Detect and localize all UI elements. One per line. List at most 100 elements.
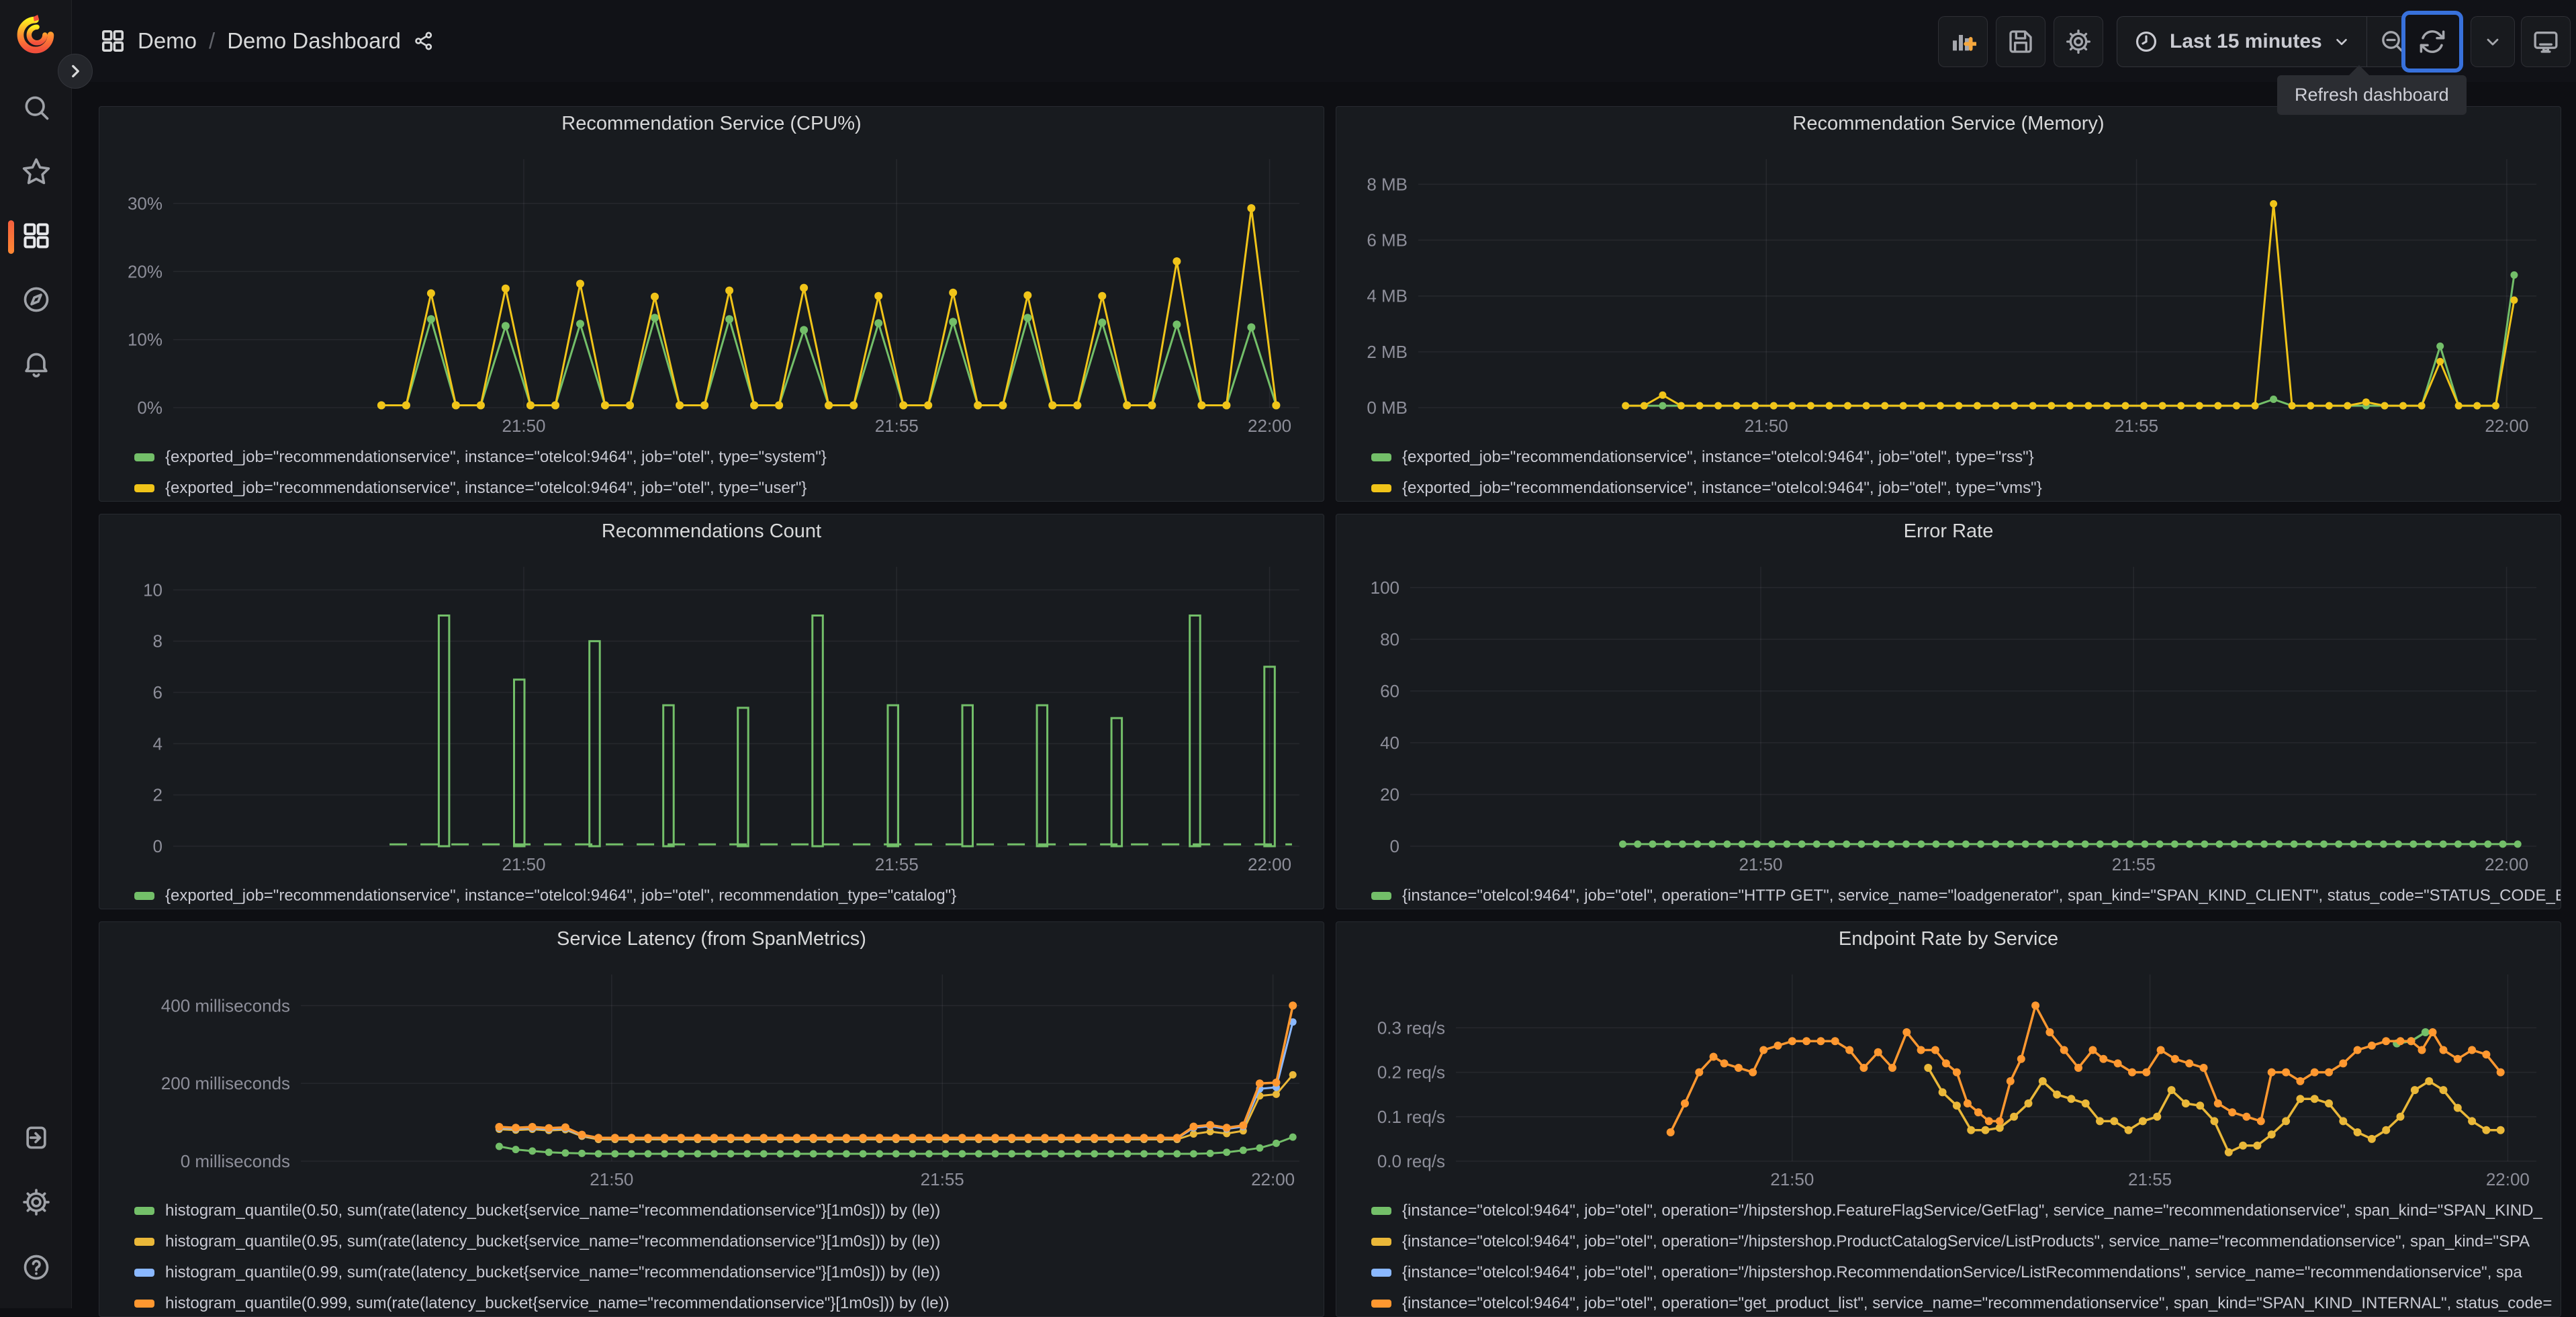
chevron-right-icon (72, 64, 79, 78)
sidebar-item-help[interactable] (21, 1252, 52, 1283)
endpoint-rate-chart[interactable]: 0.0 req/s 0.1 req/s 0.2 req/s 0.3 req/s 21:5… (1336, 956, 2561, 1192)
legend-item[interactable]: {exported_job="recommendationservice", i… (1336, 473, 2561, 501)
time-picker-group: Last 15 minutes (2117, 16, 2419, 67)
panel-title[interactable]: Endpoint Rate by Service (1336, 922, 2561, 956)
memory-legend: {exported_job="recommendationservice", i… (1336, 442, 2561, 501)
svg-text:21:50: 21:50 (1745, 416, 1788, 436)
svg-text:21:55: 21:55 (2112, 854, 2156, 874)
legend-swatch (134, 1238, 154, 1246)
svg-text:21:50: 21:50 (502, 854, 545, 874)
svg-text:8: 8 (153, 631, 163, 651)
svg-text:20%: 20% (128, 261, 163, 281)
sidebar-item-starred[interactable] (21, 156, 52, 187)
monitor-icon (2534, 32, 2558, 53)
add-panel-button[interactable] (1938, 16, 1988, 67)
legend-label: {exported_job="recommendationservice", i… (165, 479, 807, 497)
expand-sidebar-button[interactable] (58, 54, 93, 89)
legend-item[interactable]: {exported_job="recommendationservice", i… (99, 473, 1324, 501)
svg-text:0.3 req/s: 0.3 req/s (1377, 1017, 1445, 1038)
panel-endpoint-rate: Endpoint Rate by Service 0.0 req/s 0.1 re… (1336, 921, 2561, 1317)
refresh-dashboard-button[interactable] (2401, 11, 2463, 73)
legend-swatch (134, 1269, 154, 1277)
dashboard-settings-button[interactable] (2054, 16, 2103, 67)
sidebar-item-search[interactable] (21, 92, 52, 123)
legend-item[interactable]: histogram_quantile(0.50, sum(rate(latenc… (99, 1195, 1324, 1226)
topbar: Demo / Demo Dashboard Last 15 minutes (72, 0, 2576, 82)
svg-text:21:50: 21:50 (502, 416, 545, 436)
legend-item[interactable]: histogram_quantile(0.95, sum(rate(latenc… (99, 1226, 1324, 1257)
panel-recommendation-service-cpu: Recommendation Service (CPU%) 0% 10% 20% 30… (99, 106, 1324, 502)
add-panel-icon (1953, 35, 1976, 51)
panel-title[interactable]: Error Rate (1336, 514, 2561, 548)
panel-title[interactable]: Service Latency (from SpanMetrics) (99, 922, 1324, 956)
tooltip-text: Refresh dashboard (2295, 85, 2449, 105)
svg-text:22:00: 22:00 (2486, 1169, 2530, 1189)
svg-text:21:55: 21:55 (875, 416, 919, 436)
legend-item[interactable]: histogram_quantile(0.99, sum(rate(latenc… (99, 1257, 1324, 1288)
svg-text:21:50: 21:50 (590, 1169, 633, 1189)
panel-title[interactable]: Recommendation Service (CPU%) (99, 107, 1324, 140)
svg-text:4: 4 (153, 733, 163, 754)
legend-item[interactable]: {instance="otelcol:9464", job="otel", op… (1336, 1195, 2561, 1226)
legend-swatch (1371, 484, 1391, 492)
memory-chart[interactable]: 0 MB 2 MB 4 MB 6 MB 8 MB 21:50 21:55 22:00 (1336, 140, 2561, 439)
legend-label: {instance="otelcol:9464", job="otel", op… (1402, 1263, 2522, 1281)
svg-text:6: 6 (153, 682, 163, 702)
svg-text:22:00: 22:00 (2485, 416, 2528, 436)
legend-item[interactable]: {exported_job="recommendationservice", i… (99, 442, 1324, 473)
svg-text:2 MB: 2 MB (1367, 342, 1408, 362)
panel-error-rate: Error Rate 0 20 40 60 80 100 21:50 21:55 22:00 {… (1336, 514, 2561, 909)
legend-item[interactable]: {exported_job="recommendationservice", i… (99, 880, 1324, 909)
svg-text:10: 10 (143, 580, 163, 600)
legend-item[interactable]: {instance="otelcol:9464", job="otel", op… (1336, 1257, 2561, 1288)
svg-text:21:50: 21:50 (1739, 854, 1782, 874)
refresh-tooltip: Refresh dashboard (2277, 65, 2467, 115)
service-latency-chart[interactable]: 0 milliseconds 200 milliseconds 400 millis… (99, 956, 1324, 1192)
share-icon[interactable] (413, 30, 434, 52)
apps-grid-icon (102, 30, 124, 52)
sidebar-item-alerting[interactable] (21, 350, 52, 381)
breadcrumb-folder[interactable]: Demo (138, 28, 197, 54)
breadcrumb-separator: / (209, 28, 216, 53)
svg-text:30%: 30% (128, 193, 163, 214)
cycle-view-mode-button[interactable] (2521, 16, 2571, 67)
legend-label: {exported_job="recommendationservice", i… (165, 887, 957, 905)
panel-title[interactable]: Recommendations Count (99, 514, 1324, 548)
legend-swatch (1371, 453, 1391, 461)
save-dashboard-button[interactable] (1996, 16, 2045, 67)
legend-item[interactable]: {exported_job="recommendationservice", i… (1336, 442, 2561, 473)
legend-label: {exported_job="recommendationservice", i… (1402, 479, 2042, 497)
legend-swatch (134, 892, 154, 900)
bell-icon (25, 353, 48, 377)
grafana-dashboard: { "header": { "breadcrumb_section": "Dem… (0, 0, 2576, 1317)
sidebar-item-sign-in[interactable] (21, 1122, 52, 1153)
svg-text:22:00: 22:00 (1248, 854, 1291, 874)
svg-text:0.2 req/s: 0.2 req/s (1377, 1062, 1445, 1083)
legend-label: histogram_quantile(0.999, sum(rate(laten… (165, 1294, 950, 1312)
grafana-logo-icon[interactable] (16, 15, 56, 55)
legend-swatch (134, 1207, 154, 1215)
svg-text:0.0 req/s: 0.0 req/s (1377, 1151, 1445, 1171)
legend-item[interactable]: {instance="otelcol:9464", job="otel", op… (1336, 1288, 2561, 1316)
legend-swatch (134, 484, 154, 492)
time-range-label: Last 15 minutes (2170, 30, 2322, 52)
cpu-chart[interactable]: 0% 10% 20% 30% 21:50 21:55 22:00 (99, 140, 1324, 439)
legend-item[interactable]: {instance="otelcol:9464", job="otel", op… (1336, 1226, 2561, 1257)
refresh-interval-dropdown[interactable] (2471, 16, 2515, 67)
legend-swatch (1371, 892, 1391, 900)
svg-text:0.1 req/s: 0.1 req/s (1377, 1107, 1445, 1127)
sidebar-item-explore[interactable] (21, 284, 52, 315)
cpu-legend: {exported_job="recommendationservice", i… (99, 442, 1324, 501)
error-rate-chart[interactable]: 0 20 40 60 80 100 21:50 21:55 22:00 (1336, 548, 2561, 877)
breadcrumb-dashboard[interactable]: Demo Dashboard (227, 28, 401, 54)
recommendations-count-chart[interactable]: 0 2 4 6 8 10 21:50 21:55 22:00 (99, 548, 1324, 877)
legend-swatch (134, 453, 154, 461)
sidebar-item-settings[interactable] (21, 1187, 52, 1218)
svg-text:0: 0 (153, 836, 163, 856)
legend-item[interactable]: {instance="otelcol:9464", job="otel", op… (1336, 880, 2561, 909)
time-range-picker[interactable]: Last 15 minutes (2117, 17, 2366, 66)
sidebar-item-dashboards[interactable] (21, 220, 52, 251)
svg-text:80: 80 (1380, 629, 1399, 649)
chevron-down-icon (2487, 38, 2499, 46)
legend-item[interactable]: histogram_quantile(0.999, sum(rate(laten… (99, 1288, 1324, 1316)
